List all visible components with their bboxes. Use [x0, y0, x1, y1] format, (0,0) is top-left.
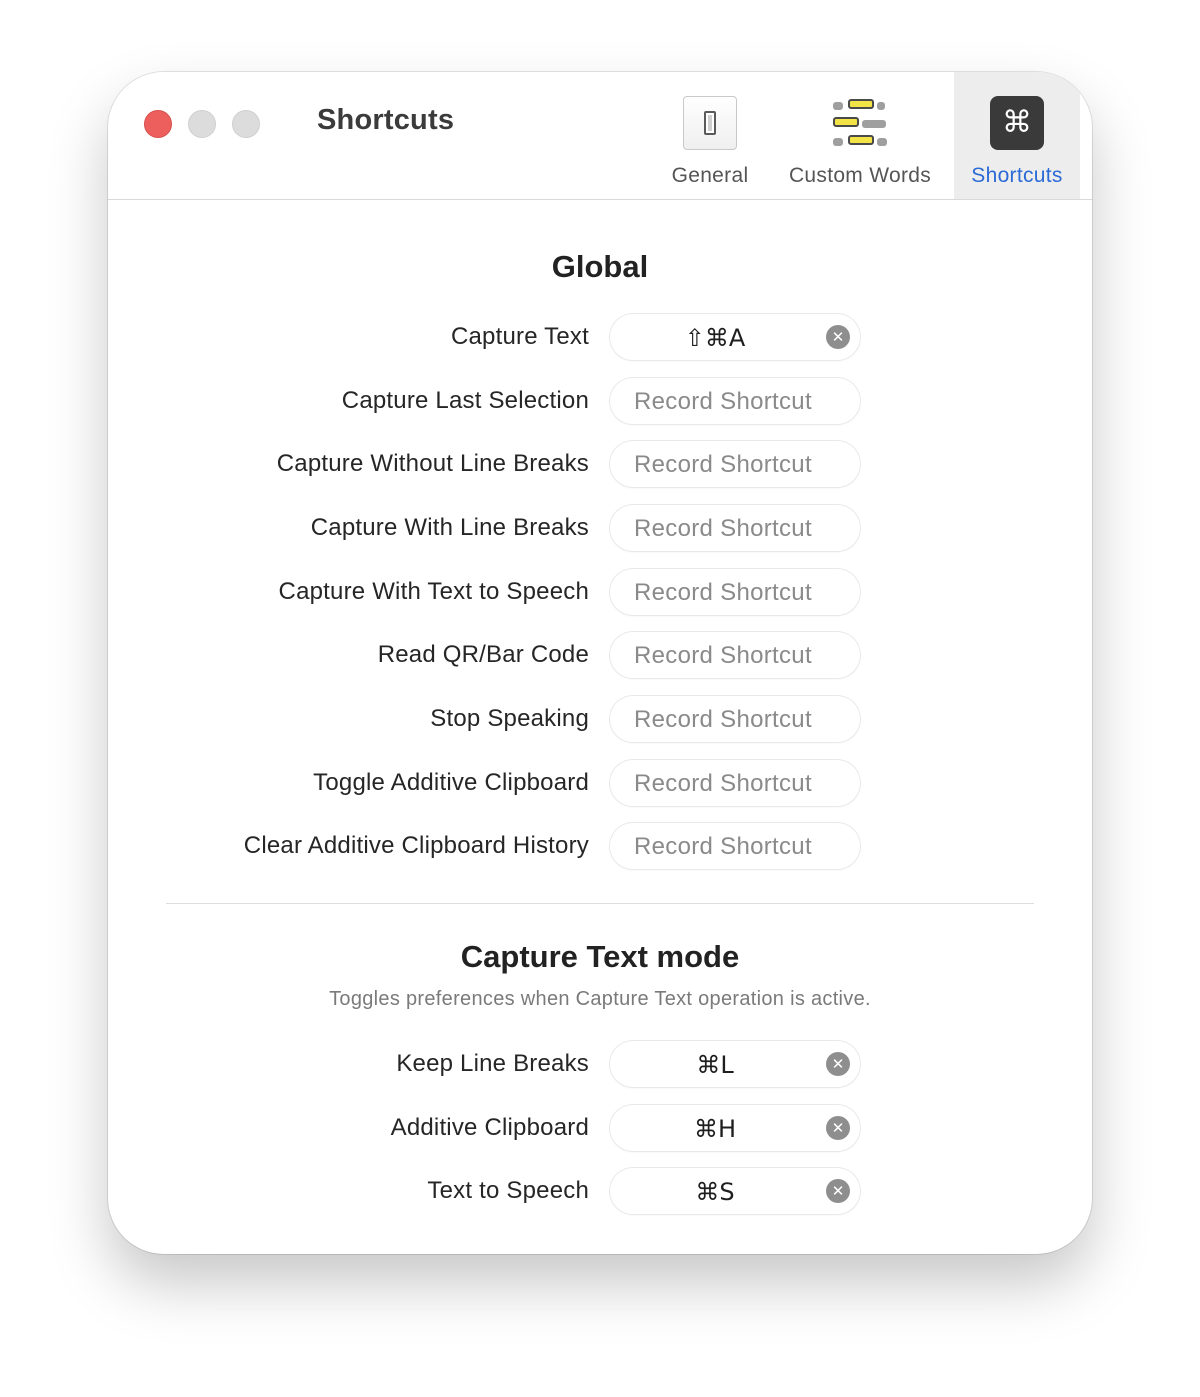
shortcut-recorder-toggle-additive-clipboard[interactable]: Record Shortcut [610, 760, 860, 806]
shortcut-value: ⌘H [693, 1115, 737, 1143]
shortcut-recorder-additive-clipboard[interactable]: ⌘H ✕ [610, 1105, 860, 1151]
shortcut-recorder-capture-with-line-breaks[interactable]: Record Shortcut [610, 505, 860, 551]
row-label-clear-additive-clipboard-history: Clear Additive Clipboard History [243, 832, 589, 859]
command-key-icon: ⌘ [990, 96, 1044, 150]
shortcut-recorder-read-qr-bar-code[interactable]: Record Shortcut [610, 632, 860, 678]
record-shortcut-placeholder: Record Shortcut [634, 706, 812, 733]
tab-custom-words-label: Custom Words [788, 164, 932, 187]
shortcut-recorder-capture-without-line-breaks[interactable]: Record Shortcut [610, 441, 860, 487]
tab-shortcuts[interactable]: ⌘ Shortcuts [954, 72, 1080, 199]
row-label-keep-line-breaks: Keep Line Breaks [396, 1050, 589, 1077]
shortcut-recorder-stop-speaking[interactable]: Record Shortcut [610, 696, 860, 742]
shortcut-value: ⌘S [695, 1178, 735, 1206]
close-window-button[interactable] [144, 110, 172, 138]
word-list-icon [831, 98, 889, 148]
record-shortcut-placeholder: Record Shortcut [634, 579, 812, 606]
global-section-title: Global [551, 249, 649, 284]
clear-shortcut-icon[interactable]: ✕ [826, 1052, 850, 1076]
shortcut-recorder-capture-text[interactable]: ⇧⌘A ✕ [610, 314, 860, 360]
section-divider [166, 903, 1034, 904]
minimize-window-button[interactable] [188, 110, 216, 138]
capture-mode-section-title: Capture Text mode [460, 939, 740, 974]
preferences-window: Shortcuts General Custom Words ⌘ Shortcu… [108, 72, 1092, 1254]
row-label-capture-text: Capture Text [450, 323, 589, 350]
row-label-read-qr-bar-code: Read QR/Bar Code [377, 641, 589, 668]
row-label-toggle-additive-clipboard: Toggle Additive Clipboard [313, 769, 589, 796]
row-label-capture-with-line-breaks: Capture With Line Breaks [310, 514, 589, 541]
record-shortcut-placeholder: Record Shortcut [634, 451, 812, 478]
shortcut-recorder-capture-last-selection[interactable]: Record Shortcut [610, 378, 860, 424]
row-label-text-to-speech: Text to Speech [427, 1177, 589, 1204]
window-title: Shortcuts [317, 104, 455, 136]
record-shortcut-placeholder: Record Shortcut [634, 770, 812, 797]
row-label-capture-with-text-to-speech: Capture With Text to Speech [278, 578, 589, 605]
row-label-capture-without-line-breaks: Capture Without Line Breaks [276, 450, 589, 477]
clear-shortcut-icon[interactable]: ✕ [826, 1179, 850, 1203]
tab-general-label: General [671, 164, 749, 187]
zoom-window-button[interactable] [232, 110, 260, 138]
shortcut-value: ⌘L [696, 1051, 734, 1079]
row-label-stop-speaking: Stop Speaking [430, 705, 589, 732]
shortcut-recorder-keep-line-breaks[interactable]: ⌘L ✕ [610, 1041, 860, 1087]
clear-shortcut-icon[interactable]: ✕ [826, 1116, 850, 1140]
toolbar: Shortcuts General Custom Words ⌘ Shortcu… [108, 72, 1092, 200]
record-shortcut-placeholder: Record Shortcut [634, 515, 812, 542]
record-shortcut-placeholder: Record Shortcut [634, 388, 812, 415]
clear-shortcut-icon[interactable]: ✕ [826, 325, 850, 349]
shortcut-value: ⇧⌘A [684, 324, 746, 352]
capture-mode-description: Toggles preferences when Capture Text op… [329, 988, 871, 1010]
shortcut-recorder-text-to-speech[interactable]: ⌘S ✕ [610, 1168, 860, 1214]
record-shortcut-placeholder: Record Shortcut [634, 833, 812, 860]
tab-general[interactable]: General [660, 72, 760, 199]
record-shortcut-placeholder: Record Shortcut [634, 642, 812, 669]
row-label-additive-clipboard: Additive Clipboard [390, 1114, 589, 1141]
shortcut-recorder-capture-with-text-to-speech[interactable]: Record Shortcut [610, 569, 860, 615]
tab-shortcuts-label: Shortcuts [971, 164, 1063, 187]
shortcut-recorder-clear-additive-clipboard-history[interactable]: Record Shortcut [610, 823, 860, 869]
row-label-capture-last-selection: Capture Last Selection [341, 387, 589, 414]
light-switch-icon [683, 96, 737, 150]
tab-custom-words[interactable]: Custom Words [776, 72, 944, 199]
